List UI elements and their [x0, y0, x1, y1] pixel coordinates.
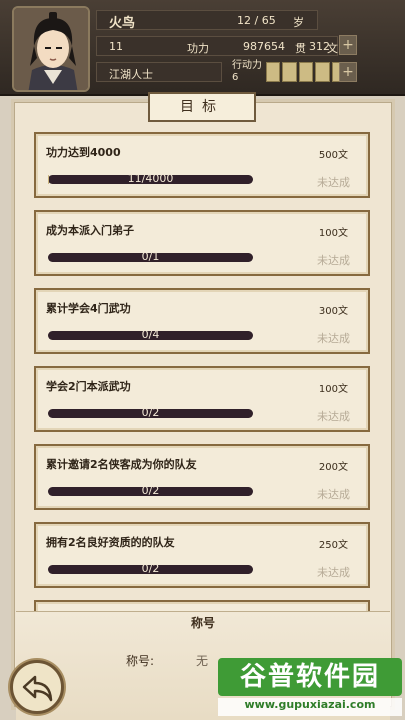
action-points-label: 行动力 [232, 60, 262, 71]
goal-progress-bar: 0/2 [48, 484, 253, 497]
stats-row: 11 功力 987654 贯 312 文 [96, 36, 338, 56]
goal-progress-text: 0/1 [141, 250, 160, 263]
goal-status: 未达成 [317, 254, 350, 267]
goal-progress-text: 0/2 [141, 406, 160, 419]
goal-title: 累计邀请2名侠客成为你的队友 [46, 458, 197, 471]
goal-title: 拥有2名良好资质的的队友 [46, 536, 175, 549]
goal-card[interactable]: 拥有2名良好资质的的队友 250文 0/2 未达成 [34, 522, 370, 588]
add-currency-button[interactable]: + [339, 35, 357, 55]
goal-title: 学会2门本派武功 [46, 380, 131, 393]
age-unit: 岁 [293, 16, 304, 29]
gold-unit: 贯 [295, 42, 306, 55]
goal-card[interactable]: 累计学会4门武功 300文 0/4 未达成 [34, 288, 370, 354]
goal-status: 未达成 [317, 176, 350, 189]
goal-status: 未达成 [317, 410, 350, 423]
power-label: 功力 [187, 42, 209, 55]
panel-title: 目标 [148, 92, 256, 122]
goal-status: 未达成 [317, 488, 350, 501]
goal-status: 未达成 [317, 566, 350, 579]
title-value: 无 [196, 654, 209, 668]
goal-reward: 250文 [318, 540, 348, 551]
watermark-title: 谷普软件园 [218, 658, 402, 696]
goal-reward: 100文 [318, 384, 348, 395]
title-row: 江湖人士 [96, 62, 222, 82]
goal-reward: 200文 [318, 462, 348, 473]
goal-card[interactable]: 成为本派入门弟子 100文 0/1 未达成 [34, 210, 370, 276]
watermark-url: www.gupuxiazai.com [218, 698, 402, 716]
title-label: 称号: [126, 654, 155, 668]
action-point-pip [266, 62, 281, 82]
goal-progress-bar: 0/2 [48, 562, 253, 575]
goal-progress-text: 0/2 [141, 484, 160, 497]
player-name: 火鸟 [109, 16, 136, 31]
goal-reward: 500文 [318, 150, 348, 161]
watermark: 谷普软件园 www.gupuxiazai.com [218, 658, 402, 718]
player-level: 11 [109, 40, 123, 53]
name-row: 火鸟 12 / 65 岁 [96, 10, 318, 31]
avatar-portrait-icon [14, 8, 88, 90]
goal-progress-bar: 0/2 [48, 406, 253, 419]
silver-unit: 文 [327, 42, 338, 55]
goal-reward: 300文 [318, 306, 348, 317]
action-points-bar [266, 62, 347, 82]
back-button[interactable] [10, 660, 64, 714]
goal-progress-text: 0/4 [141, 328, 160, 341]
goal-card[interactable]: 累计邀请2名侠客成为你的队友 200文 0/2 未达成 [34, 444, 370, 510]
player-avatar[interactable] [12, 6, 90, 92]
add-action-points-button[interactable]: + [339, 62, 357, 82]
goal-title: 成为本派入门弟子 [46, 224, 134, 237]
goal-reward: 100文 [318, 228, 348, 239]
goal-card[interactable]: 功力达到4000 500文 11/4000 未达成 [34, 132, 370, 198]
action-point-pip [315, 62, 330, 82]
goal-progress-text: 0/2 [141, 562, 160, 575]
goal-progress-bar: 11/4000 [48, 172, 253, 185]
status-bar: 火鸟 12 / 65 岁 11 功力 987654 贯 312 文 + 江湖人士… [0, 0, 405, 96]
back-arrow-icon [22, 675, 53, 702]
goal-status: 未达成 [317, 332, 350, 345]
player-title: 江湖人士 [109, 68, 153, 81]
goal-progress-bar: 0/4 [48, 328, 253, 341]
goal-card[interactable]: 学会2门本派武功 100文 0/2 未达成 [34, 366, 370, 432]
action-points-value: 6 [232, 72, 239, 83]
action-point-pip [282, 62, 297, 82]
title-section-header: 称号 [190, 616, 215, 630]
action-point-pip [298, 62, 314, 82]
goal-title: 功力达到4000 [46, 146, 121, 159]
action-points: 行动力 6 [232, 60, 262, 84]
gold-amount: 987654 [243, 40, 285, 53]
player-age: 12 / 65 [237, 14, 276, 27]
goal-progress-bar: 0/1 [48, 250, 253, 263]
goal-title: 累计学会4门武功 [46, 302, 131, 315]
goal-progress-text: 11/4000 [127, 172, 174, 185]
